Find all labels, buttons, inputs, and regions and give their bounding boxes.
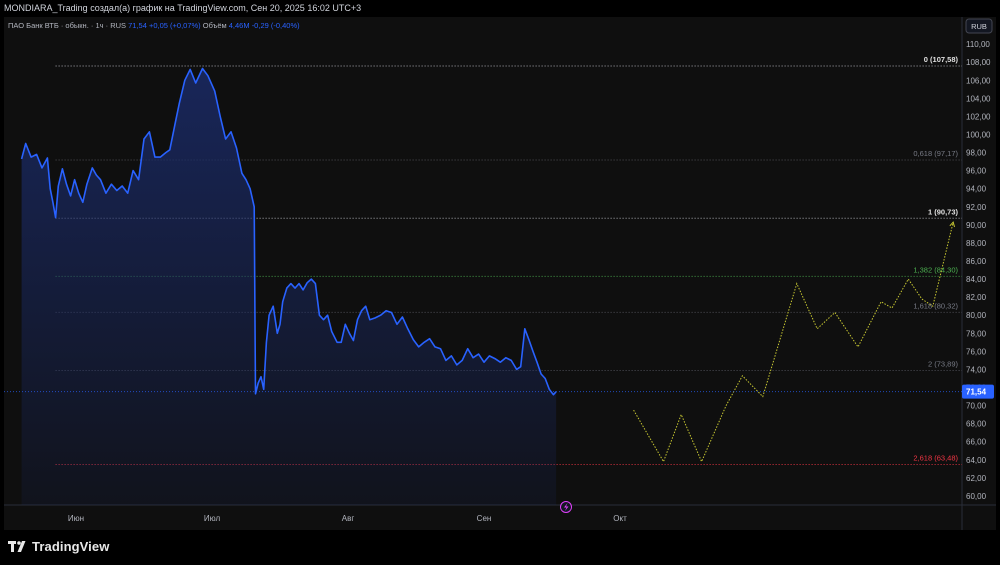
chart-title: MONDIARA_Trading создал(а) график на Tra…: [4, 3, 362, 13]
chart-title-bar: MONDIARA_Trading создал(а) график на Tra…: [0, 0, 1000, 17]
x-tick-label: Окт: [613, 514, 627, 523]
y-tick-label: 102,00: [966, 112, 991, 121]
fib-level-label: 2 (73,89): [928, 359, 959, 368]
tradingview-logo[interactable]: TradingView: [8, 539, 109, 554]
y-tick-label: 96,00: [966, 167, 987, 176]
x-tick-label: Авг: [342, 514, 355, 523]
y-tick-label: 104,00: [966, 94, 991, 103]
x-tick-label: Сен: [477, 514, 492, 523]
y-tick-label: 90,00: [966, 221, 987, 230]
y-tick-label: 98,00: [966, 149, 987, 158]
y-tick-label: 82,00: [966, 293, 987, 302]
legend-part: 71,54: [128, 21, 149, 30]
tradingview-icon: [8, 540, 26, 552]
fib-level-label: 0,618 (97,17): [913, 149, 958, 158]
fib-level-label: 1,382 (84,30): [913, 265, 958, 274]
y-tick-label: 68,00: [966, 420, 987, 429]
y-tick-label: 78,00: [966, 329, 987, 338]
legend-part: 4,46M: [229, 21, 252, 30]
fib-level-label: 1,618 (80,32): [913, 301, 958, 310]
y-tick-label: 74,00: [966, 365, 987, 374]
currency-button-label: RUB: [971, 22, 987, 31]
x-tick-label: Июн: [68, 514, 84, 523]
y-tick-label: 84,00: [966, 275, 987, 284]
price-chart[interactable]: 60,0062,0064,0066,0068,0070,0072,0074,00…: [4, 17, 996, 530]
legend-part: Объём: [203, 21, 229, 30]
chart-legend: ПАО Банк ВТБ · обыкн. · 1ч · RUS 71,54 +…: [8, 21, 300, 30]
y-tick-label: 94,00: [966, 185, 987, 194]
footer: TradingView: [0, 530, 1000, 565]
fib-level-label: 1 (90,73): [928, 207, 959, 216]
chart-panel[interactable]: 60,0062,0064,0066,0068,0070,0072,0074,00…: [4, 17, 996, 530]
y-tick-label: 88,00: [966, 239, 987, 248]
fib-level-label: 0 (107,58): [924, 55, 959, 64]
last-price-label: 71,54: [966, 388, 987, 397]
x-tick-label: Июл: [204, 514, 221, 523]
brand-name: TradingView: [32, 539, 110, 554]
y-tick-label: 76,00: [966, 347, 987, 356]
y-tick-label: 92,00: [966, 203, 987, 212]
fib-level-label: 2,618 (63,48): [913, 454, 958, 463]
y-tick-label: 60,00: [966, 492, 987, 501]
y-tick-label: 64,00: [966, 456, 987, 465]
y-tick-label: 100,00: [966, 130, 991, 139]
legend-part: ПАО Банк ВТБ · обыкн. · 1ч · RUS: [8, 21, 128, 30]
y-tick-label: 62,00: [966, 474, 987, 483]
y-tick-label: 70,00: [966, 402, 987, 411]
y-tick-label: 66,00: [966, 438, 987, 447]
y-tick-label: 106,00: [966, 76, 991, 85]
legend-part: +0,05 (+0,07%): [149, 21, 203, 30]
y-tick-label: 86,00: [966, 257, 987, 266]
projection-path-line[interactable]: [633, 221, 954, 463]
y-tick-label: 80,00: [966, 311, 987, 320]
legend-part: -0,29 (-0,40%): [252, 21, 300, 30]
y-tick-label: 110,00: [966, 40, 990, 49]
y-tick-label: 108,00: [966, 58, 991, 67]
